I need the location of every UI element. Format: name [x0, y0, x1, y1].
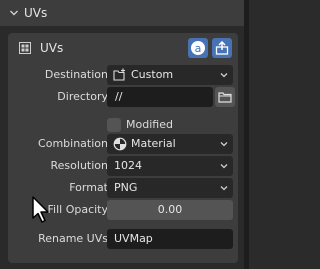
destination-value: Custom: [131, 68, 174, 81]
format-value: PNG: [114, 181, 138, 194]
modified-checkbox[interactable]: [107, 118, 121, 132]
rename-uvs-label: Rename UVs: [38, 232, 108, 245]
resolution-row: Resolution 1024: [8, 156, 238, 176]
destination-row: Destination Custom: [8, 65, 238, 85]
folder-browse-button[interactable]: [215, 87, 235, 107]
resolution-dropdown[interactable]: 1024: [107, 156, 233, 176]
fill-opacity-slider[interactable]: 0.00: [107, 200, 233, 220]
rename-uvs-input[interactable]: UVMap: [107, 229, 233, 249]
rename-uvs-row: Rename UVs UVMap: [8, 229, 238, 249]
format-row: Format PNG: [8, 178, 238, 198]
destination-dropdown[interactable]: Custom: [107, 65, 233, 85]
subpanel-title: UVs: [40, 41, 64, 55]
chevron-down-icon: [220, 142, 228, 147]
directory-label: Directory: [57, 90, 108, 103]
rename-uvs-value: UVMap: [114, 232, 153, 245]
format-dropdown[interactable]: PNG: [107, 178, 233, 198]
font-icon[interactable]: a: [188, 38, 208, 58]
format-label: Format: [69, 181, 108, 194]
region-edge: [244, 0, 249, 269]
modified-label[interactable]: Modified: [126, 115, 173, 135]
uv-export-panel-root: UVs UVs a Destination Custom Directory /…: [0, 0, 249, 269]
resolution-value: 1024: [114, 159, 142, 172]
material-sphere-icon: [113, 137, 127, 151]
mouse-cursor-icon: [32, 196, 49, 223]
destination-label: Destination: [44, 68, 108, 81]
panel-header-title: UVs: [24, 6, 48, 20]
panel-header[interactable]: UVs: [0, 0, 244, 26]
directory-value: //: [115, 90, 123, 103]
folder-icon: [218, 92, 232, 103]
combination-row: Combination Material: [8, 134, 238, 154]
uvs-subpanel: UVs a Destination Custom Directory // Mo…: [8, 33, 238, 263]
fill-opacity-label: Fill Opacity: [47, 203, 109, 216]
combination-value: Material: [131, 137, 176, 150]
combination-label: Combination: [38, 137, 108, 150]
directory-input[interactable]: //: [107, 87, 213, 107]
chevron-down-icon: [220, 73, 228, 78]
export-icon[interactable]: [212, 38, 232, 58]
folder-new-icon: [113, 68, 125, 81]
combination-dropdown[interactable]: Material: [107, 134, 233, 154]
modified-row: Modified: [8, 115, 238, 135]
grip-icon[interactable]: [19, 42, 31, 54]
chevron-down-icon: [220, 164, 228, 169]
directory-row: Directory //: [8, 87, 238, 107]
chevron-down-icon: [220, 186, 228, 191]
resolution-label: Resolution: [50, 159, 108, 172]
svg-text:a: a: [195, 42, 202, 55]
chevron-down-icon[interactable]: [9, 8, 19, 18]
fill-opacity-value: 0.00: [157, 203, 183, 216]
